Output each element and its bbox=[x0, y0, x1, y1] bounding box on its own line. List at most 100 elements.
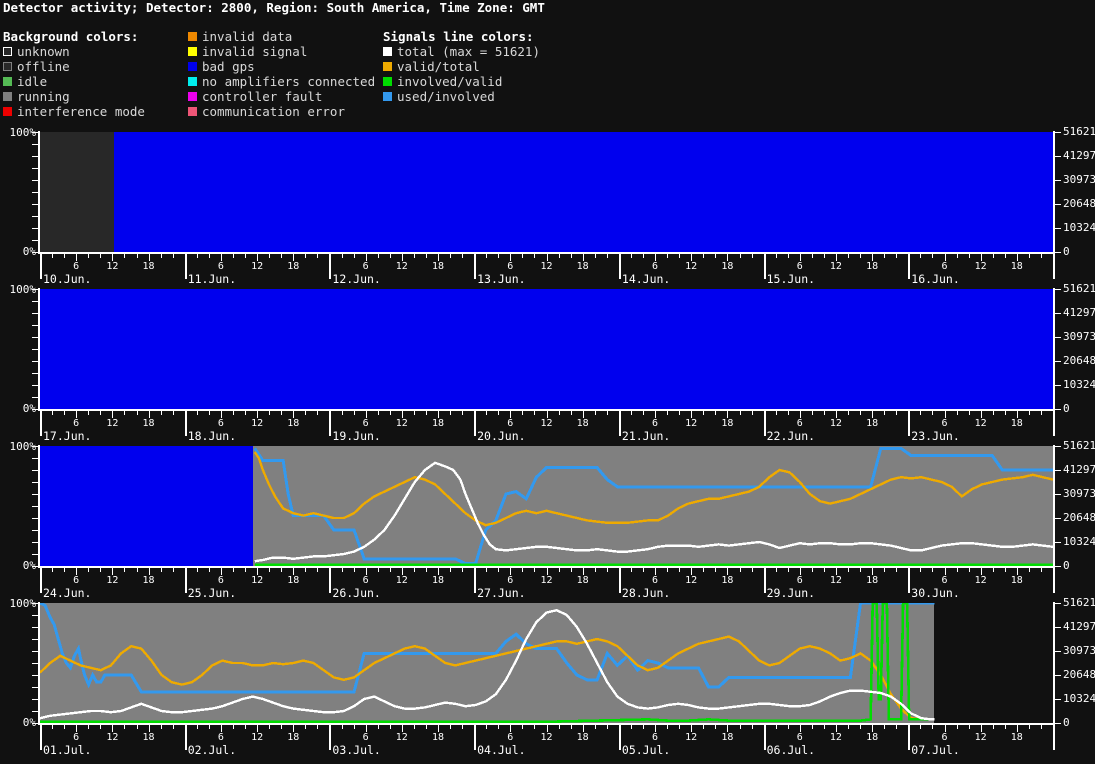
x-tick-hour bbox=[220, 725, 222, 732]
x-axis-hour-label: 12 bbox=[829, 261, 842, 272]
color-swatch bbox=[3, 107, 12, 116]
x-axis-hour-label: 6 bbox=[73, 418, 80, 429]
x-tick-hour bbox=[570, 411, 572, 415]
legend-item: bad gps bbox=[188, 59, 375, 74]
y-tick-left bbox=[32, 518, 38, 519]
x-tick-hour bbox=[546, 411, 548, 418]
x-tick-hour bbox=[1040, 411, 1042, 415]
x-axis-hour-label: 6 bbox=[362, 261, 369, 272]
y-axis-right-label: 41297 bbox=[1063, 149, 1095, 162]
x-axis-hour-label: 6 bbox=[362, 575, 369, 586]
x-tick-hour bbox=[245, 725, 246, 729]
x-tick-day bbox=[908, 724, 911, 750]
x-tick-day-end bbox=[1053, 567, 1055, 593]
x-tick-hour bbox=[787, 725, 789, 729]
x-tick-hour bbox=[992, 411, 994, 415]
y-tick-left bbox=[32, 192, 38, 193]
x-tick-hour bbox=[715, 411, 717, 415]
y-axis-right bbox=[1053, 288, 1055, 410]
x-tick-hour bbox=[148, 254, 150, 261]
legend-signal-colors: Signals line colors: total (max = 51621)… bbox=[383, 29, 540, 104]
x-tick-hour bbox=[534, 725, 536, 729]
x-tick-hour bbox=[823, 725, 825, 729]
x-tick-hour bbox=[76, 568, 78, 575]
y-axis-right-label: 0 bbox=[1063, 245, 1070, 258]
x-tick-hour bbox=[1040, 254, 1042, 258]
x-axis-hour-label: 18 bbox=[721, 575, 734, 586]
y-axis-right-label: 10324 bbox=[1063, 378, 1095, 391]
x-tick-hour bbox=[498, 568, 500, 572]
activity-row-1[interactable]: 100% 0% 51621 41297 30973 20648 10324 0 17.Jun. 6… bbox=[0, 282, 1095, 443]
x-tick-hour bbox=[233, 254, 234, 258]
x-tick-day-end bbox=[1053, 724, 1055, 750]
x-axis-hour-label: 18 bbox=[1010, 575, 1023, 586]
x-tick-day bbox=[474, 567, 477, 593]
x-tick-hour bbox=[245, 254, 246, 258]
y-tick-right bbox=[1055, 699, 1061, 700]
plot-area[interactable] bbox=[40, 132, 1053, 252]
x-tick-hour bbox=[305, 568, 307, 572]
y-axis-right bbox=[1053, 602, 1055, 724]
x-tick-hour bbox=[148, 725, 150, 732]
x-tick-hour bbox=[389, 725, 391, 729]
x-tick-hour bbox=[751, 411, 753, 415]
activity-row-3[interactable]: 100% 0% 51621 41297 30973 20648 10324 0 01.Jul. 6… bbox=[0, 596, 1095, 757]
x-axis-day-label: 01.Jul. bbox=[43, 743, 92, 757]
x-tick-hour bbox=[1004, 254, 1006, 258]
x-tick-hour bbox=[76, 411, 78, 418]
x-tick-hour bbox=[160, 254, 162, 258]
x-tick-hour bbox=[196, 725, 198, 729]
x-tick-hour bbox=[570, 254, 572, 258]
x-tick-hour bbox=[64, 411, 66, 415]
x-tick-hour bbox=[594, 254, 596, 258]
x-axis-day-label: 02.Jul. bbox=[187, 743, 237, 757]
plot-area[interactable] bbox=[40, 603, 1053, 723]
x-tick-hour bbox=[860, 254, 861, 258]
x-axis-hour-label: 12 bbox=[974, 575, 987, 586]
y-tick-left bbox=[32, 723, 38, 724]
x-axis-hour-label: 6 bbox=[941, 732, 948, 743]
x-tick-hour bbox=[100, 254, 102, 258]
x-tick-hour bbox=[546, 568, 548, 575]
plot-area[interactable] bbox=[40, 289, 1053, 409]
x-tick-hour bbox=[570, 725, 572, 729]
x-tick-hour bbox=[558, 568, 560, 572]
activity-row-2[interactable]: 100% 0% 51621 41297 30973 20648 10324 0 24.Jun. 6… bbox=[0, 439, 1095, 600]
x-tick-hour bbox=[425, 725, 427, 729]
x-tick-hour bbox=[679, 725, 681, 729]
x-tick-hour bbox=[944, 411, 946, 418]
x-axis-hour-label: 18 bbox=[287, 261, 300, 272]
y-tick-right bbox=[1055, 494, 1061, 495]
x-tick-hour bbox=[1040, 568, 1042, 572]
legend-signals-heading: Signals line colors: bbox=[383, 29, 534, 44]
x-axis-hour-label: 18 bbox=[1010, 418, 1023, 429]
x-tick-hour bbox=[667, 411, 669, 415]
plot-area[interactable] bbox=[40, 446, 1053, 566]
x-axis-hour-label: 6 bbox=[73, 732, 80, 743]
x-tick-day bbox=[329, 567, 332, 593]
x-tick-hour bbox=[703, 254, 705, 258]
x-tick-hour bbox=[606, 568, 608, 572]
x-tick-hour bbox=[570, 568, 572, 572]
legend-item-label: bad gps bbox=[202, 59, 255, 74]
x-tick-hour bbox=[667, 568, 669, 572]
x-axis-hour-label: 18 bbox=[721, 261, 734, 272]
y-tick-left bbox=[32, 554, 38, 555]
x-axis-hour-label: 12 bbox=[395, 418, 408, 429]
x-tick-hour bbox=[124, 725, 126, 729]
x-axis-hour-label: 6 bbox=[796, 418, 803, 429]
x-tick-hour bbox=[88, 254, 90, 258]
x-tick-hour bbox=[52, 568, 54, 572]
x-axis-hour-label: 12 bbox=[395, 261, 408, 272]
x-axis-hour-label: 18 bbox=[142, 418, 155, 429]
x-tick-day bbox=[329, 253, 332, 279]
x-tick-hour bbox=[257, 254, 259, 261]
x-tick-hour bbox=[884, 725, 886, 729]
activity-row-0[interactable]: 100% 0% 51621 41297 30973 20648 10324 0 10.Jun. 6… bbox=[0, 125, 1095, 286]
y-tick-left bbox=[32, 603, 38, 604]
x-axis-hour-label: 6 bbox=[73, 575, 80, 586]
y-tick-left bbox=[32, 409, 38, 410]
x-tick-hour bbox=[751, 725, 753, 729]
color-swatch bbox=[3, 77, 12, 86]
y-tick-left bbox=[32, 458, 38, 459]
